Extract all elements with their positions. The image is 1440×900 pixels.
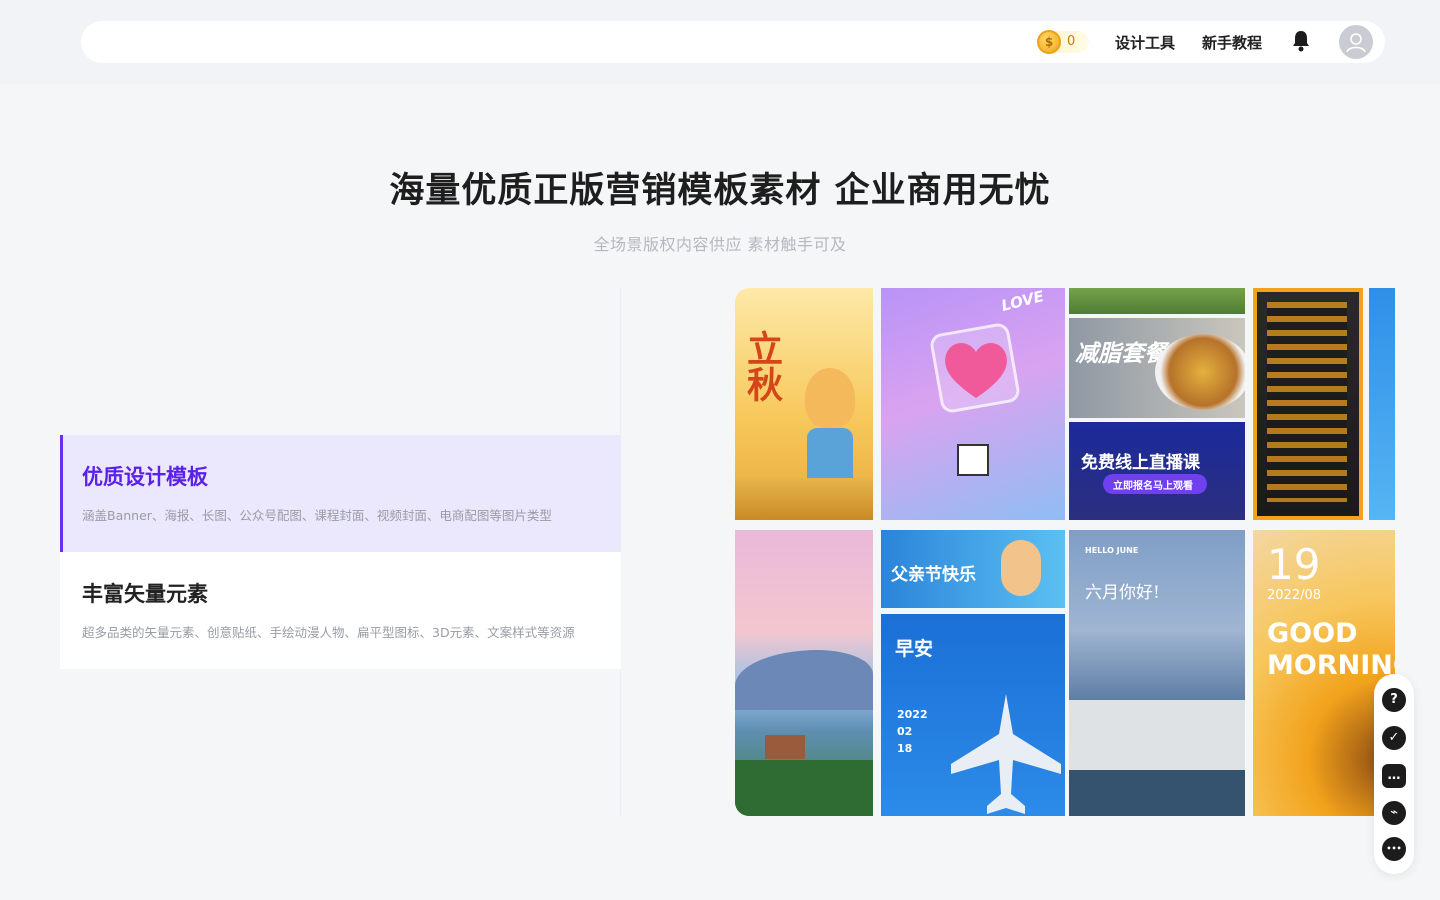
gallery-tile-event[interactable] <box>1253 288 1363 520</box>
gallery-tile-autumn[interactable]: 立秋 <box>735 288 873 520</box>
nav-design-tools[interactable]: 设计工具 <box>1115 32 1175 53</box>
feature-desc: 超多品类的矢量元素、创意贴纸、手绘动漫人物、扁平型图标、3D元素、文案样式等资源 <box>82 625 575 640</box>
gallery-tile-grass[interactable] <box>1069 288 1245 314</box>
event-list <box>1267 302 1347 502</box>
gallery-tile-diet[interactable]: 减脂套餐 <box>1069 318 1245 418</box>
link-icon[interactable]: ⌁ <box>1382 801 1406 825</box>
tile-title: 早安 <box>895 638 934 660</box>
chat-icon[interactable]: ••• <box>1382 837 1406 861</box>
feature-desc: 涵盖Banner、海报、长图、公众号配图、课程封面、视频封面、电商配图等图片类型 <box>82 508 552 523</box>
tile-title: 免费线上直播课 <box>1081 453 1200 473</box>
gallery-tile-landscape[interactable] <box>735 530 873 816</box>
bell-icon[interactable] <box>1291 30 1311 52</box>
help-icon[interactable]: ? <box>1382 688 1406 712</box>
grass <box>735 478 873 520</box>
ferry <box>1069 700 1245 770</box>
tile-title: 立秋 <box>741 330 782 402</box>
tile-title: 减脂套餐 <box>1075 341 1167 367</box>
nav-tutorial[interactable]: 新手教程 <box>1202 32 1262 53</box>
user-icon <box>1346 33 1366 53</box>
figure-illustration <box>1001 540 1041 596</box>
coin-icon: $ <box>1037 30 1061 54</box>
gallery-tile-morning-flight[interactable]: 早安 2022 02 18 <box>881 614 1065 816</box>
feature-title: 丰富矢量元素 <box>82 582 208 606</box>
register-button: 立即报名马上观看 <box>1103 474 1207 494</box>
avatar[interactable] <box>1339 25 1373 59</box>
water <box>1069 770 1245 816</box>
feature-title: 优质设计模板 <box>82 465 208 489</box>
top-bar-area: $ 0 设计工具 新手教程 <box>0 0 1440 84</box>
top-nav-bar: $ 0 设计工具 新手教程 <box>81 21 1385 63</box>
tile-title: 父亲节快乐 <box>891 565 976 585</box>
tile-subtitle: HELLO JUNE <box>1085 546 1139 555</box>
mountain <box>735 650 873 710</box>
gallery-tile-june[interactable]: HELLO JUNE 六月你好! <box>1069 530 1245 816</box>
coin-balance[interactable]: $ 0 <box>1037 30 1089 54</box>
qr-code <box>957 444 989 476</box>
tile-date: 2022 02 18 <box>897 708 928 755</box>
coin-count: 0 <box>1067 34 1076 49</box>
field <box>735 760 873 816</box>
tile-number: 19 <box>1267 540 1321 589</box>
gallery-tile-live-course[interactable]: 免费线上直播课 立即报名马上观看 <box>1069 422 1245 520</box>
tile-title: 六月你好! <box>1085 583 1160 603</box>
feature-design-templates[interactable]: 优质设计模板 涵盖Banner、海报、长图、公众号配图、课程封面、视频封面、电商… <box>60 435 621 552</box>
food-bowl <box>1155 334 1245 410</box>
airplane-icon <box>951 694 1061 814</box>
tile-title: GOOD <box>1267 618 1358 649</box>
gallery-tile-love[interactable]: LOVE <box>881 288 1065 520</box>
feature-vector-elements[interactable]: 丰富矢量元素 超多品类的矢量元素、创意贴纸、手绘动漫人物、扁平型图标、3D元素、… <box>60 552 621 669</box>
tile-date: 2022/08 <box>1267 588 1322 603</box>
gallery-tile-partial[interactable] <box>1369 288 1395 520</box>
house <box>765 735 805 759</box>
check-icon[interactable]: ✓ <box>1382 726 1406 750</box>
register-label: 立即报名马上观看 <box>1113 481 1193 492</box>
character-illustration <box>805 368 855 428</box>
heart-icon <box>945 343 1007 398</box>
page-title: 海量优质正版营销模板素材 企业商用无忧 <box>389 171 1051 211</box>
page-subtitle: 全场景版权内容供应 素材触手可及 <box>593 235 847 254</box>
side-toolbar: ? ✓ … ⌁ ••• <box>1374 674 1414 874</box>
tile-title: LOVE <box>999 288 1046 315</box>
template-gallery: 立秋 LOVE 父亲节快乐 早安 2022 02 18 减脂套餐 免费线上直播课 <box>735 288 1395 816</box>
gallery-tile-fathers-day[interactable]: 父亲节快乐 <box>881 530 1065 608</box>
message-icon[interactable]: … <box>1382 764 1406 788</box>
tile-title-2: MORNING <box>1267 650 1395 681</box>
